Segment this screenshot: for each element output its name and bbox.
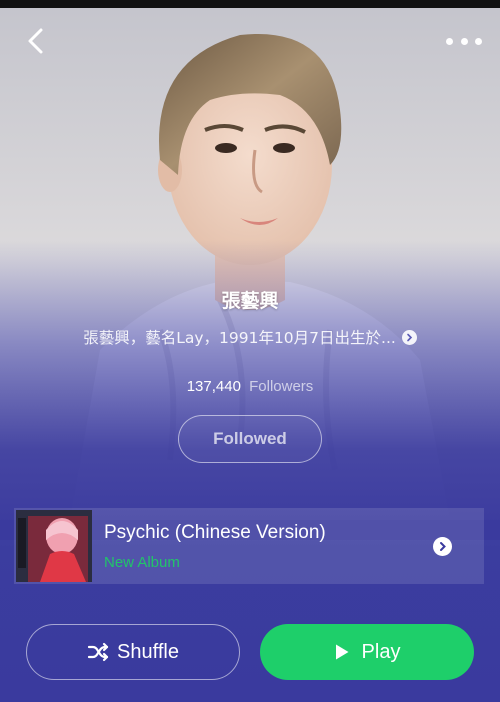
play-icon <box>335 644 349 660</box>
play-button[interactable]: Play <box>260 624 474 680</box>
artist-page: 張藝興 張藝興，藝名Lay，1991年10月7日出生於... 137,440 F… <box>0 0 500 702</box>
back-button[interactable] <box>22 26 52 56</box>
latest-release-card[interactable]: Psychic (Chinese Version) New Album <box>14 508 484 584</box>
followers-number: 137,440 <box>186 378 241 395</box>
follow-button[interactable]: Followed <box>178 415 322 463</box>
shuffle-icon <box>87 642 109 662</box>
followers-label: Followers <box>249 378 314 395</box>
album-cover <box>16 510 92 582</box>
chevron-right-icon <box>401 329 417 345</box>
artist-bio[interactable]: 張藝興，藝名Lay，1991年10月7日出生於... <box>40 325 460 349</box>
more-horizontal-icon <box>446 37 453 45</box>
chevron-left-icon <box>28 28 43 54</box>
album-subtitle: New Album <box>104 554 180 571</box>
bio-text: 張藝興，藝名Lay，1991年10月7日出生於... <box>83 329 396 347</box>
play-label: Play <box>361 640 401 663</box>
artist-name: 張藝興 <box>221 290 279 312</box>
status-bar <box>0 0 500 8</box>
album-title: Psychic (Chinese Version) <box>104 522 326 543</box>
more-options-button[interactable] <box>446 30 482 52</box>
shuffle-label: Shuffle <box>117 640 179 663</box>
followers-count: 137,440 Followers <box>0 378 500 395</box>
shuffle-button[interactable]: Shuffle <box>26 624 240 680</box>
chevron-right-icon <box>433 537 452 556</box>
